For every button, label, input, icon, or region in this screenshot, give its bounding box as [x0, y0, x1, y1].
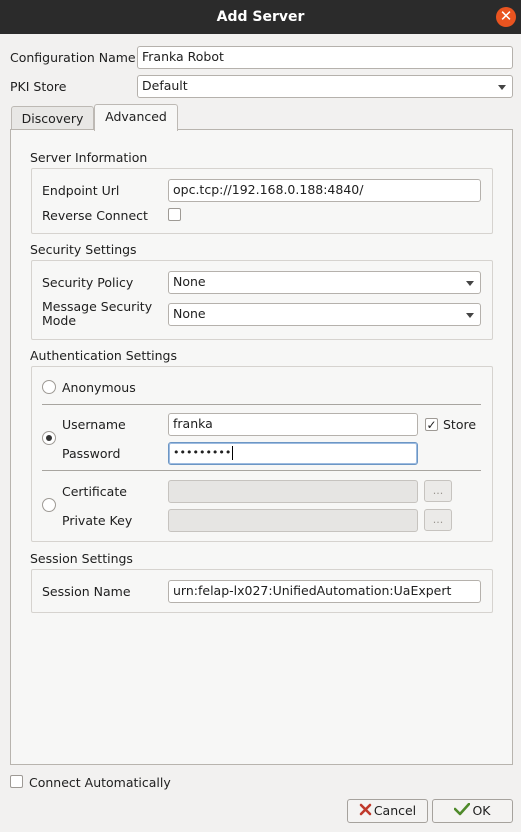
anonymous-label: Anonymous — [62, 380, 136, 395]
radio-selected-dot — [46, 435, 52, 441]
cancel-icon — [359, 801, 372, 823]
pki-store-label: PKI Store — [10, 79, 67, 94]
cancel-button[interactable]: Cancel — [347, 799, 428, 823]
password-label: Password — [62, 446, 121, 461]
auth-divider — [42, 404, 481, 405]
security-settings-heading: Security Settings — [30, 242, 137, 257]
session-name-input[interactable]: urn:felap-lx027:UnifiedAutomation:UaExpe… — [168, 580, 481, 603]
configuration-name-input[interactable]: Franka Robot — [137, 46, 513, 69]
tab-advanced-label: Advanced — [105, 109, 167, 124]
private-key-browse-button[interactable]: ... — [424, 509, 452, 531]
chevron-down-icon — [466, 313, 474, 318]
store-label: Store — [443, 417, 477, 432]
certificate-label: Certificate — [62, 484, 127, 499]
chevron-down-icon — [466, 281, 474, 286]
password-input[interactable]: ••••••••• — [168, 442, 418, 465]
reverse-connect-label: Reverse Connect — [42, 208, 148, 223]
pki-store-select[interactable]: Default — [137, 75, 513, 98]
username-input[interactable]: franka — [168, 413, 418, 436]
ok-check-icon — [454, 801, 471, 823]
session-settings-heading: Session Settings — [30, 551, 133, 566]
ok-button-label: OK — [472, 803, 491, 818]
connect-automatically-checkbox[interactable] — [10, 775, 23, 788]
session-name-label: Session Name — [42, 584, 131, 599]
tab-discovery-label: Discovery — [21, 111, 84, 126]
ok-button[interactable]: OK — [432, 799, 513, 823]
certificate-radio[interactable] — [42, 498, 56, 512]
auth-divider-2 — [42, 470, 481, 471]
endpoint-url-label: Endpoint Url — [42, 183, 120, 198]
security-policy-value: None — [173, 274, 206, 289]
certificate-input[interactable] — [168, 480, 418, 503]
tab-discovery[interactable]: Discovery — [11, 106, 94, 130]
username-radio[interactable] — [42, 431, 56, 445]
window-titlebar: Add Server — [0, 0, 521, 34]
message-security-mode-value: None — [173, 306, 206, 321]
connect-automatically-label: Connect Automatically — [29, 775, 171, 790]
endpoint-url-input[interactable]: opc.tcp://192.168.0.188:4840/ — [168, 179, 481, 202]
private-key-input[interactable] — [168, 509, 418, 532]
certificate-browse-button[interactable]: ... — [424, 480, 452, 502]
reverse-connect-checkbox[interactable] — [168, 208, 181, 221]
security-policy-select[interactable]: None — [168, 271, 481, 294]
tab-advanced[interactable]: Advanced — [94, 104, 178, 131]
message-security-mode-label: Message Security Mode — [42, 299, 153, 328]
anonymous-radio[interactable] — [42, 380, 56, 394]
text-cursor — [232, 446, 234, 460]
password-mask: ••••••••• — [173, 446, 232, 459]
server-information-heading: Server Information — [30, 150, 148, 165]
configuration-name-label: Configuration Name — [10, 50, 136, 65]
private-key-label: Private Key — [62, 513, 133, 528]
username-label: Username — [62, 417, 126, 432]
window-title: Add Server — [216, 9, 305, 25]
authentication-settings-heading: Authentication Settings — [30, 348, 178, 363]
message-security-mode-select[interactable]: None — [168, 303, 481, 326]
store-checkbox[interactable]: ✓ — [425, 418, 438, 431]
pki-store-value: Default — [142, 78, 188, 93]
cancel-button-label: Cancel — [373, 803, 417, 818]
chevron-down-icon — [498, 85, 506, 90]
security-policy-label: Security Policy — [42, 275, 134, 290]
close-icon[interactable]: ✕ — [496, 7, 516, 27]
